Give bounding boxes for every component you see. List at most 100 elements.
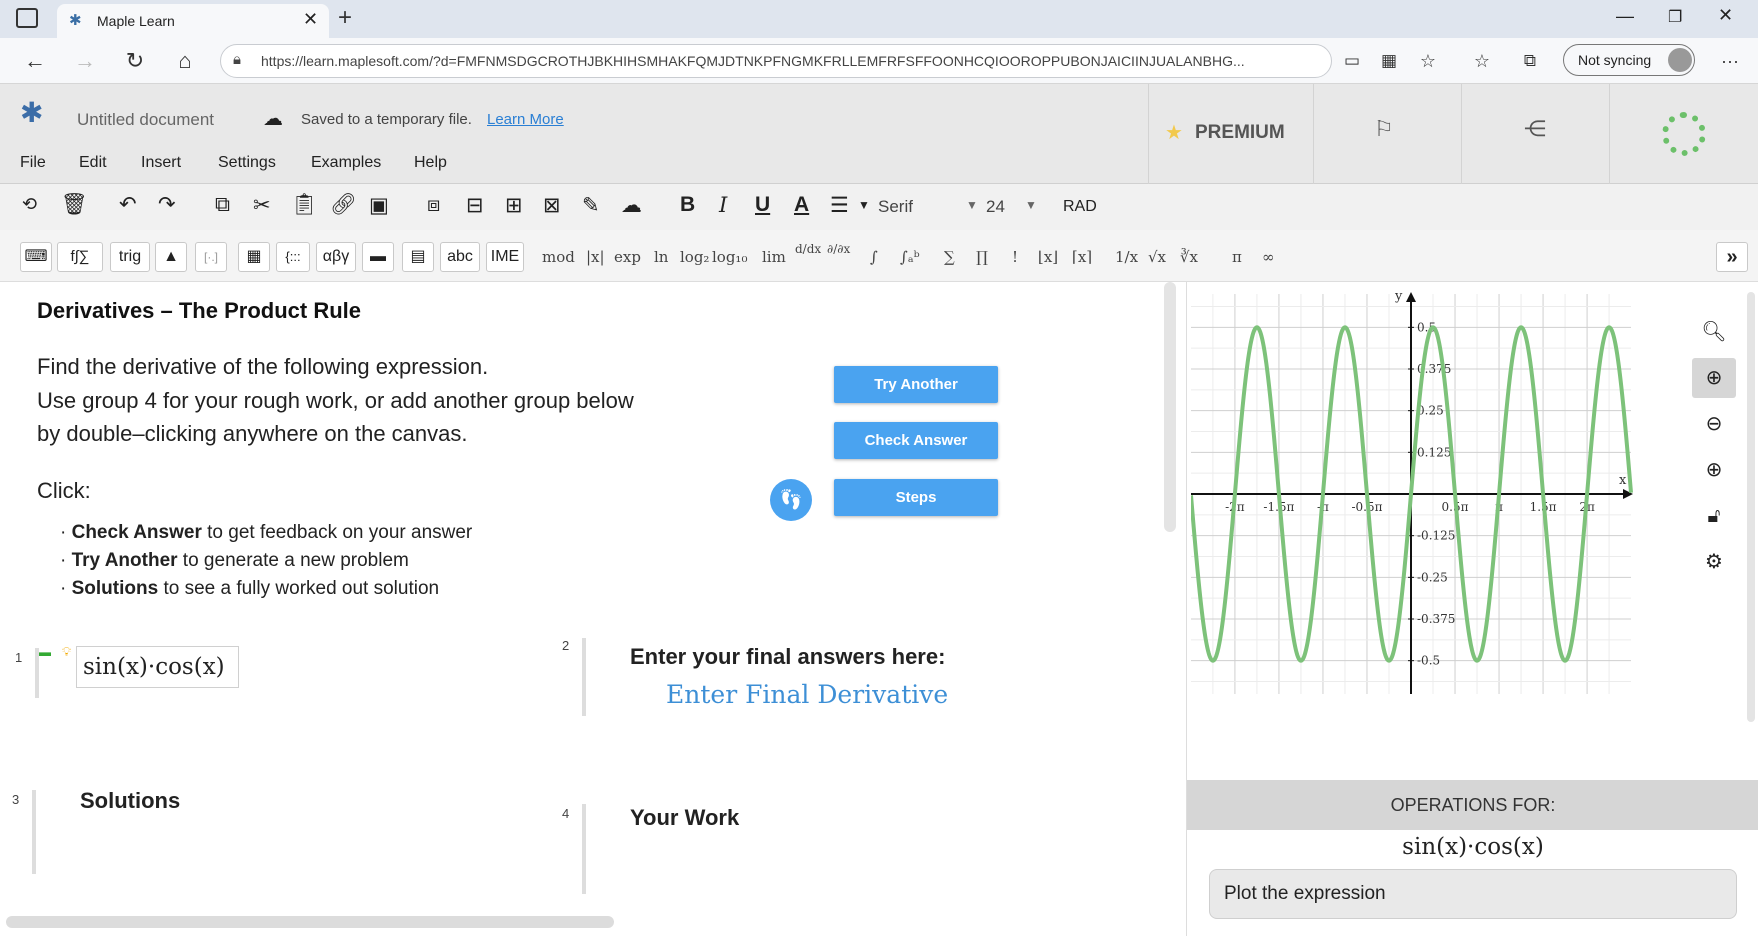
footsteps-icon[interactable]: 👣︎ — [770, 479, 812, 521]
final-derivative-input[interactable]: Enter Final Derivative — [666, 680, 948, 709]
sym-definite-integral[interactable]: ∫ₐᵇ — [900, 248, 920, 266]
export-icon[interactable]: ▣ — [369, 193, 389, 218]
home-icon[interactable]: ⌂ — [170, 46, 200, 76]
palette-calculus[interactable]: f∫∑ — [57, 242, 103, 272]
palette-text[interactable]: abc — [440, 242, 480, 272]
restore-icon[interactable]: ❐ — [1668, 7, 1682, 27]
zoom-box-icon[interactable]: ⊕ — [1692, 358, 1736, 398]
delete-icon[interactable]: 🗑︎ — [61, 193, 88, 217]
font-size-select[interactable]: 24 — [986, 197, 1005, 217]
bold-button[interactable]: B — [680, 193, 695, 217]
zoom-out-icon[interactable]: ⊖ — [1692, 404, 1736, 444]
link-icon[interactable]: 🔗︎ — [330, 193, 357, 217]
plot-expression-button[interactable]: Plot the expression — [1209, 869, 1737, 919]
expand-palette-button[interactable]: » — [1716, 242, 1748, 272]
palette-matrix[interactable]: [·.] — [195, 242, 227, 272]
plot-icon[interactable]: ▬ — [39, 645, 51, 659]
sym-infinity[interactable]: ∞ — [1262, 248, 1275, 266]
copy-icon[interactable]: ⧉ — [215, 193, 230, 217]
menu-help[interactable]: Help — [414, 154, 447, 172]
font-family-select[interactable]: Serif — [878, 197, 913, 217]
new-tab-icon[interactable]: + — [338, 4, 352, 32]
cloud-icon[interactable]: ☁ — [621, 193, 642, 218]
list-icon[interactable]: ☰ — [830, 193, 849, 218]
zoom-in-icon[interactable]: ⊕ — [1692, 450, 1736, 490]
menu-examples[interactable]: Examples — [311, 154, 381, 172]
sym-sum[interactable]: ∑ — [944, 248, 955, 266]
palette-ime[interactable]: IME — [486, 242, 524, 272]
sym-mod[interactable]: mod — [542, 248, 575, 266]
document-title[interactable]: Untitled document — [77, 110, 214, 130]
plot-window[interactable]: xy-2π -1.5π -π -0.5π 0.5π π 1.5π 2π0.50.3750.25… — [1191, 284, 1691, 778]
window-close-icon[interactable]: ✕ — [1718, 5, 1733, 26]
keyboard-icon[interactable]: ⌨ — [20, 242, 52, 272]
angle-mode-button[interactable]: RAD — [1063, 198, 1097, 216]
sym-product[interactable]: ∏ — [976, 248, 988, 266]
zoom-reset-icon[interactable]: 🔍︎ — [1692, 312, 1736, 352]
sym-pi[interactable]: π — [1232, 248, 1242, 266]
sym-integral[interactable]: ∫ — [870, 248, 878, 266]
menu-settings[interactable]: Settings — [218, 154, 276, 172]
palette-piecewise[interactable]: {::: — [276, 242, 310, 272]
table-icon[interactable]: ▦ — [238, 242, 270, 272]
favorites-icon[interactable]: ☆ — [1467, 46, 1497, 76]
reader-view-icon[interactable]: ▭ — [1337, 46, 1367, 76]
panel-scrollbar[interactable] — [1747, 292, 1755, 722]
palette-greek[interactable]: αβγ — [316, 242, 356, 272]
sym-partial[interactable]: ∂/∂x — [827, 242, 850, 256]
more-options-icon[interactable]: ··· — [1715, 46, 1745, 76]
sym-exp[interactable]: exp — [614, 248, 641, 266]
paste-icon[interactable]: 📋︎ — [291, 193, 318, 217]
minimize-icon[interactable]: — — [1616, 6, 1634, 27]
insert-below-icon[interactable]: ⊞ — [505, 193, 523, 218]
sym-floor[interactable]: ⌊x⌋ — [1038, 248, 1058, 266]
account-button[interactable] — [1609, 84, 1758, 184]
check-answer-button[interactable]: Check Answer — [834, 422, 998, 459]
lightbulb-icon[interactable]: 💡︎ — [62, 644, 71, 660]
sync-button[interactable]: Not syncing — [1563, 44, 1695, 76]
remove-group-icon[interactable]: ⊠ — [543, 193, 561, 218]
underline-button[interactable]: U — [755, 193, 770, 217]
forward-icon[interactable]: → — [70, 46, 100, 76]
sym-log2[interactable]: log₂ — [680, 248, 709, 266]
collections-icon[interactable]: ⧉ — [1515, 46, 1545, 76]
menu-insert[interactable]: Insert — [141, 154, 181, 172]
sym-ln[interactable]: ln — [654, 248, 668, 266]
learn-more-link[interactable]: Learn More — [487, 111, 564, 128]
reload-icon[interactable]: ↻ — [120, 46, 150, 76]
sym-abs[interactable]: |x| — [586, 248, 605, 266]
url-field[interactable]: 🔒︎ https://learn.maplesoft.com/?d=FMFNMS… — [220, 44, 1332, 78]
unlock-icon[interactable]: 🔓︎ — [1692, 496, 1736, 536]
group-handle[interactable] — [32, 790, 36, 874]
menu-file[interactable]: File — [20, 154, 46, 172]
try-another-button[interactable]: Try Another — [834, 366, 998, 403]
redo-icon[interactable]: ↷ — [158, 192, 176, 217]
premium-button[interactable]: ★ PREMIUM — [1148, 84, 1313, 184]
tab-actions-icon[interactable] — [16, 8, 38, 28]
calculator-icon[interactable]: ▤ — [402, 242, 434, 272]
browser-tab[interactable]: ✱ Maple Learn ✕ — [57, 4, 329, 38]
insert-above-icon[interactable]: ⊟ — [466, 193, 484, 218]
tab-close-icon[interactable]: ✕ — [303, 9, 318, 30]
palette-trig[interactable]: trig — [110, 242, 150, 272]
feedback-button[interactable]: ⚐ — [1313, 84, 1461, 184]
sym-ceiling[interactable]: ⌈x⌉ — [1072, 248, 1092, 266]
back-icon[interactable]: ← — [20, 46, 50, 76]
cut-icon[interactable]: ✂ — [253, 193, 271, 218]
sym-limit[interactable]: lim — [762, 248, 786, 266]
sym-log10[interactable]: log₁₀ — [712, 248, 747, 266]
sym-sqrt[interactable]: √x — [1148, 248, 1166, 266]
text-color-button[interactable]: A — [794, 193, 809, 217]
undo-icon[interactable]: ↶ — [119, 192, 137, 217]
history-icon[interactable]: ⟲ — [22, 194, 37, 215]
group-handle[interactable] — [582, 804, 586, 894]
sym-reciprocal[interactable]: 1/x — [1115, 248, 1138, 266]
sym-factorial[interactable]: ! — [1012, 248, 1018, 266]
pen-icon[interactable]: ✎ — [582, 193, 600, 218]
duplicate-group-icon[interactable]: ⧈ — [427, 193, 440, 217]
italic-button[interactable]: I — [719, 193, 727, 217]
share-button[interactable]: ⋲ — [1461, 84, 1609, 184]
steps-button[interactable]: Steps — [834, 479, 998, 516]
settings-gear-icon[interactable]: ⚙ — [1692, 542, 1736, 582]
ruler-icon[interactable]: ▬ — [362, 242, 394, 272]
